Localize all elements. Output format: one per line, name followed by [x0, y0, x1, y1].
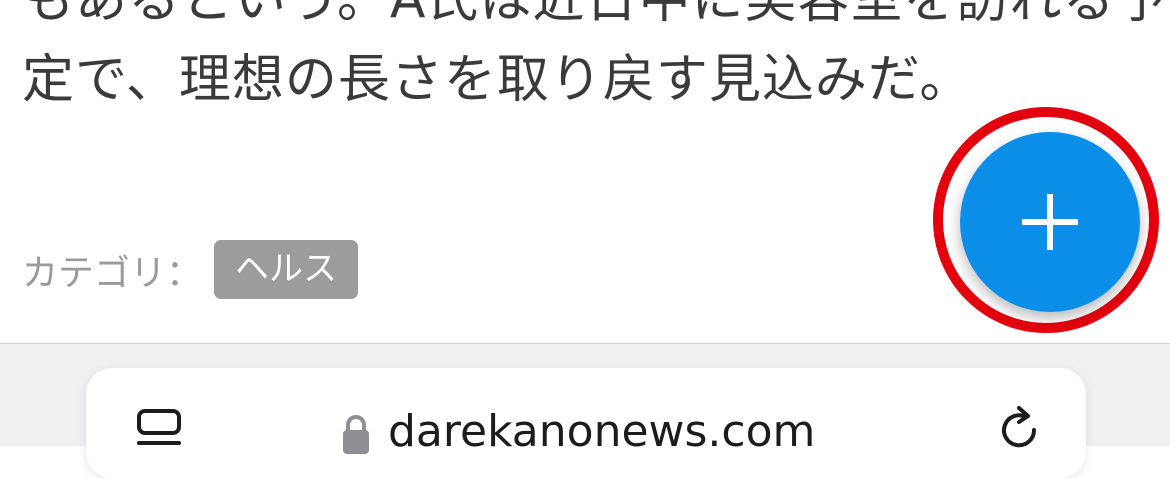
browser-toolbar: darekanonews.com — [0, 343, 1170, 478]
address-bar[interactable]: darekanonews.com — [86, 368, 1086, 478]
category-tag-health[interactable]: ヘルス — [214, 240, 358, 299]
add-floating-button[interactable] — [960, 132, 1140, 312]
reload-icon[interactable] — [996, 404, 1044, 452]
article-text-line: もあるという。A氏は近日中に美容室を訪れる予 — [22, 0, 1169, 30]
tabs-icon[interactable] — [136, 408, 182, 448]
url-text[interactable]: darekanonews.com — [388, 406, 815, 458]
lock-icon — [343, 415, 369, 454]
plus-icon — [1022, 194, 1078, 250]
article-content: もあるという。A氏は近日中に美容室を訪れる予 定で、理想の長さを取り戻す見込みだ… — [0, 0, 1170, 343]
article-text-line: 定で、理想の長さを取り戻す見込みだ。 — [22, 50, 973, 110]
category-label: カテゴリ： — [22, 253, 203, 294]
